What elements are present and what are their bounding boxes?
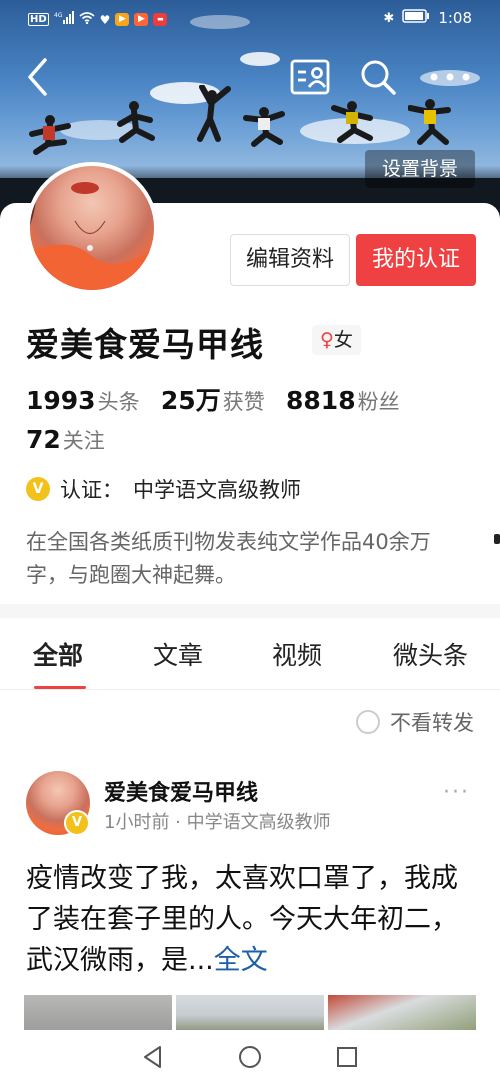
nav-back-button[interactable] <box>138 1042 168 1072</box>
nav-home-icon <box>238 1045 261 1068</box>
tab-all[interactable]: 全部 <box>33 636 83 672</box>
no-repost-label: 不看转发 <box>390 711 474 735</box>
jumper-silhouette-3 <box>197 85 231 142</box>
verified-icon: V <box>64 810 90 836</box>
battery-icon <box>402 9 430 27</box>
back-arrow-icon <box>28 58 47 96</box>
svg-text:4G: 4G <box>54 12 63 19</box>
back-button[interactable] <box>16 55 60 99</box>
stat-fans[interactable]: 8818粉丝 <box>286 386 414 415</box>
more-icon <box>430 73 470 81</box>
gender-label: 女 <box>333 329 353 351</box>
avatar[interactable] <box>26 162 158 294</box>
status-bar: HD 4G ♥ ▶ ▶ ▬ ✱ 1:08 <box>0 0 500 36</box>
edge-marker <box>494 534 500 544</box>
set-background-button[interactable]: 设置背景 <box>365 150 475 188</box>
profile-name: 爱美食爱马甲线 <box>26 325 264 364</box>
search-icon <box>361 60 396 95</box>
jumper-silhouette-1 <box>29 115 71 155</box>
app-notification-icon: ▶ <box>115 13 130 26</box>
radio-unchecked-icon <box>356 710 380 734</box>
my-certification-button[interactable]: 我的认证 <box>356 234 476 286</box>
app-notification-icon-2: ▬ <box>153 13 168 26</box>
post-author-name[interactable]: 爱美食爱马甲线 <box>104 775 258 807</box>
post-more-button[interactable]: ··· <box>443 780 470 805</box>
certification-label: 认证： <box>60 478 123 502</box>
no-repost-toggle[interactable]: 不看转发 <box>356 707 474 737</box>
avatar-photo <box>30 166 154 290</box>
section-divider <box>0 604 500 618</box>
search-button[interactable] <box>356 55 400 99</box>
active-tab-indicator <box>34 686 86 689</box>
post-image-3[interactable] <box>328 995 476 1035</box>
profile-card-icon <box>290 59 330 95</box>
profile-stats: 1993头条 25万获赞 8818粉丝 72关注 <box>26 382 476 460</box>
post-image-1[interactable] <box>24 995 172 1035</box>
video-app-icon: ▶ <box>134 13 149 26</box>
profile-card-button[interactable] <box>288 55 332 99</box>
signal-4g-icon: 4G <box>54 11 74 28</box>
nav-back-icon <box>144 1045 162 1068</box>
gender-badge: ♀女 <box>312 325 361 355</box>
tab-articles[interactable]: 文章 <box>153 636 203 672</box>
bluetooth-icon: ✱ <box>383 10 395 26</box>
tab-videos[interactable]: 视频 <box>272 636 322 672</box>
edit-profile-button[interactable]: 编辑资料 <box>230 234 350 286</box>
jumper-silhouette-4 <box>243 107 285 147</box>
jumper-silhouette-2 <box>117 101 155 143</box>
jumper-silhouette-6 <box>408 99 451 145</box>
certification-row: V 认证： 中学语文高级教师 <box>26 474 301 504</box>
verified-icon: V <box>26 477 50 501</box>
post-images <box>24 995 476 1035</box>
nav-recents-icon <box>336 1046 357 1067</box>
stat-likes[interactable]: 25万获赞 <box>161 386 279 415</box>
full-text-link[interactable]: 全文 <box>214 945 268 976</box>
clock: 1:08 <box>438 9 472 27</box>
nav-home-button[interactable] <box>235 1042 265 1072</box>
stat-following[interactable]: 72关注 <box>26 425 119 454</box>
post-meta: 1小时前 · 中学语文高级教师 <box>104 812 331 833</box>
jumper-silhouette-5 <box>331 101 373 143</box>
wifi-icon <box>79 11 95 28</box>
female-icon: ♀ <box>320 329 334 351</box>
more-button[interactable] <box>428 55 472 99</box>
post-body[interactable]: 疫情改变了我，太喜欢口罩了，我成了装在套子里的人。今天大年初二，武汉微雨，是..… <box>26 858 476 981</box>
heart-app-icon: ♥ <box>99 12 111 27</box>
system-nav-bar <box>0 1030 500 1083</box>
stat-toutiao[interactable]: 1993头条 <box>26 386 154 415</box>
content-tabs: 全部 文章 视频 微头条 <box>0 618 500 690</box>
tab-micro-toutiao[interactable]: 微头条 <box>393 636 468 672</box>
certification-value: 中学语文高级教师 <box>133 478 301 502</box>
post-image-2[interactable] <box>176 995 324 1035</box>
hd-icon: HD <box>28 13 49 26</box>
profile-bio: 在全国各类纸质刊物发表纯文学作品40余万字，与跑圈大神起舞。 <box>26 530 431 587</box>
nav-recents-button[interactable] <box>332 1042 362 1072</box>
